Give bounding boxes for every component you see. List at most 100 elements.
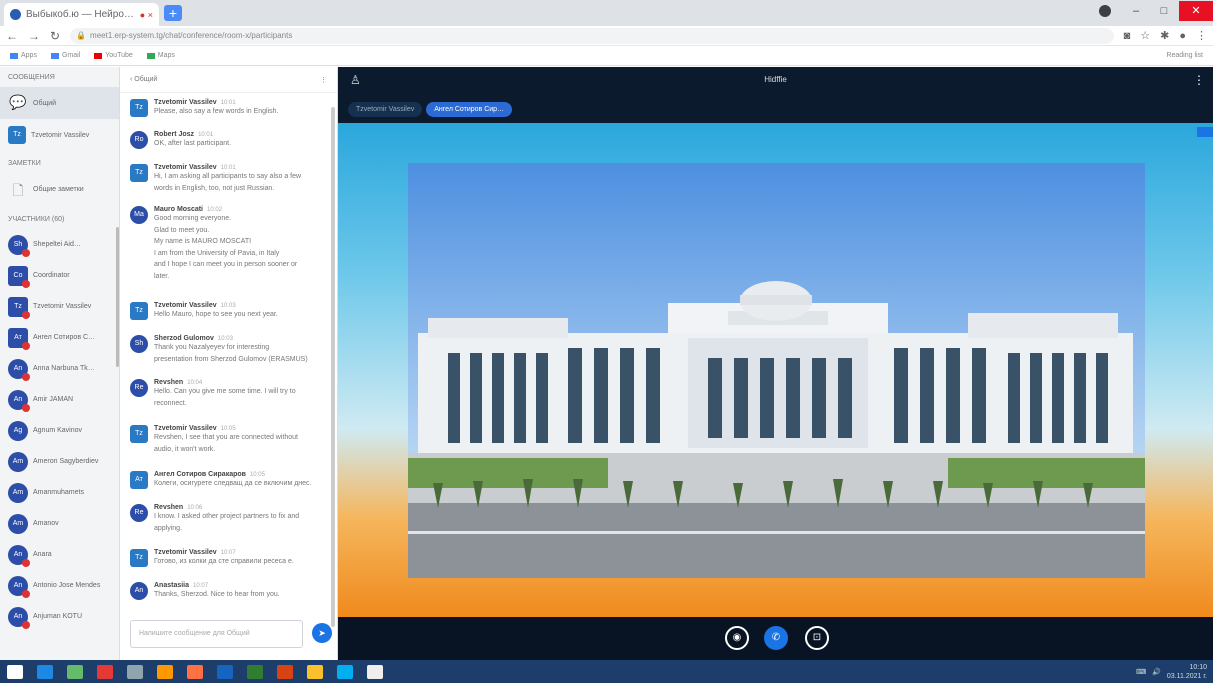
participant-item[interactable]: An Amir JAMAN (0, 384, 119, 415)
participant-name: Amanov (33, 520, 59, 527)
message-text: Please, also say a few words in English. (154, 108, 279, 115)
call-button[interactable]: ✆ (764, 626, 788, 650)
avatar-icon[interactable]: ● (1179, 30, 1186, 42)
avatar: Am (8, 482, 28, 503)
taskbar-powerpoint-icon[interactable] (270, 660, 300, 683)
participant-item[interactable]: Co Coordinator (0, 260, 119, 291)
reading-list[interactable]: Reading list (1166, 52, 1203, 59)
send-button[interactable]: ➤ (312, 623, 332, 643)
star-icon[interactable]: ☆ (1140, 29, 1150, 42)
presenter-tab[interactable]: Tzvetomir Vassilev (348, 102, 423, 117)
clock[interactable]: 10:10 03.11.2021 г. (1167, 663, 1207, 681)
taskbar-chrome-icon[interactable] (300, 660, 330, 683)
minimize-button[interactable]: – (1123, 1, 1149, 21)
taskbar-firefox-icon[interactable] (180, 660, 210, 683)
favicon-icon (10, 9, 21, 20)
author-name: Tzvetomir Vassilev (154, 302, 217, 309)
taskbar-outlook-icon[interactable] (210, 660, 240, 683)
avatar: Ag (8, 420, 28, 441)
close-button[interactable]: ✕ (1179, 1, 1213, 21)
menu-icon[interactable]: ⋮ (1196, 29, 1207, 42)
windows-start-icon (7, 664, 23, 679)
participant-item[interactable]: An Anna Narbuna Tk… (0, 353, 119, 384)
avatar: Ат (130, 471, 148, 489)
avatar: Tz (130, 302, 148, 320)
address-bar: ← → ↻ 🔒 meet1.erp-system.tg/chat/confere… (0, 26, 1213, 46)
extensions-icon[interactable]: ✱ (1160, 29, 1169, 42)
taskbar-skype-icon[interactable] (330, 660, 360, 683)
bookmark-youtube[interactable]: YouTube (94, 52, 133, 59)
taskbar-excel-icon[interactable] (240, 660, 270, 683)
participant-item[interactable]: An Anjuman KOTU (0, 601, 119, 632)
taskbar-chrome-alt-icon[interactable] (60, 660, 90, 683)
chat-menu-icon[interactable]: ⋮ (320, 76, 327, 84)
gmail-icon (50, 52, 59, 59)
taskbar-uk-flag-icon[interactable] (90, 660, 120, 683)
minimize-presentation-button[interactable] (1197, 127, 1213, 137)
chrome-alt-icon (67, 664, 83, 679)
author-name: Robert Josz (154, 131, 195, 138)
back-icon[interactable]: ← (6, 29, 18, 43)
bookmark-apps[interactable]: Apps (10, 52, 37, 59)
message-text: Thank you Nazalyeyev for interesting pre… (154, 344, 308, 363)
volume-icon[interactable]: 🔊 (1152, 668, 1161, 676)
clock-time: 10:10 (1189, 663, 1207, 671)
conference-header: ♙ Hidffie ⋮ (338, 67, 1213, 95)
taskbar-desktop-icon[interactable] (120, 660, 150, 683)
sidebar-item-public-chat[interactable]: 💬 Общий (0, 87, 119, 119)
participant-item[interactable]: Sh Shepeltei Aid… (0, 229, 119, 260)
participant-item[interactable]: Tz Tzvetomir Vassilev (0, 291, 119, 322)
profile-icon[interactable] (1099, 5, 1111, 17)
forward-icon[interactable]: → (28, 29, 40, 43)
avatar: An (8, 389, 30, 412)
building-photo (408, 163, 1145, 578)
avatar: Tz (130, 99, 148, 117)
chat-back-button[interactable]: ‹ Общий (130, 76, 157, 83)
participants-list: Sh Shepeltei Aid… Co Coordinator Tz Tzvetomir… (0, 229, 119, 632)
conference-area: ♙ Hidffie ⋮ Tzvetomir Vassilev Ангел Сот… (338, 67, 1213, 660)
audio-settings-button[interactable]: ◉ (725, 626, 749, 650)
keyboard-icon[interactable]: ⌨ (1136, 668, 1146, 676)
participant-item[interactable]: An Antonio Jose Mendes (0, 570, 119, 601)
skype-icon (337, 664, 353, 679)
avatar: Am (8, 513, 28, 534)
sidebar-item-shared-notes[interactable]: 🗋 Общие заметки (0, 173, 119, 205)
avatar: Tz (8, 296, 30, 319)
recording-icon[interactable]: ● × (140, 10, 153, 20)
bookmark-gmail[interactable]: Gmail (50, 52, 80, 59)
options-menu-icon[interactable]: ⋮ (1193, 73, 1205, 87)
camera-icon[interactable]: ◙ (1124, 30, 1131, 42)
maximize-button[interactable]: □ (1151, 1, 1177, 21)
taskbar-app-icon[interactable] (360, 660, 390, 683)
chat-header: ‹ Общий ⋮ (120, 67, 337, 93)
taskbar-windows-start-icon[interactable] (0, 660, 30, 683)
participant-item[interactable]: Am Amanmuhamets (0, 477, 119, 508)
reload-icon[interactable]: ↻ (50, 29, 60, 43)
presenter-tab-active[interactable]: Ангел Сотиров Сир… (426, 102, 513, 117)
participant-item[interactable]: An Anara (0, 539, 119, 570)
participant-item[interactable]: Am Amanov (0, 508, 119, 539)
chat-scrollbar[interactable] (331, 107, 335, 627)
participant-item[interactable]: Ag Agnum Kavinov (0, 415, 119, 446)
new-tab-button[interactable]: + (164, 5, 182, 21)
participant-item[interactable]: Am Ameron Sagyberdiev (0, 446, 119, 477)
sidebar-item-private-chat[interactable]: Tz Tzvetomir Vassilev (0, 119, 119, 151)
url-text: meet1.erp-system.tg/chat/conference/room… (90, 31, 293, 40)
message-text: Hello Mauro, hope to see you next year. (154, 311, 278, 318)
browser-tab[interactable]: Выбыкоб.ю — Нейро… ● × (4, 3, 159, 26)
author-name: Revshen (154, 504, 184, 511)
message-text: Колеги, осигурете следващ да се включим … (154, 480, 312, 487)
screen-share-button[interactable]: ⊡ (805, 626, 829, 650)
youtube-icon (94, 52, 103, 59)
participant-name: Antonio Jose Mendes (33, 582, 101, 589)
system-tray: ⌨ 🔊 10:10 03.11.2021 г. (1136, 663, 1213, 681)
author-name: Tzvetomir Vassilev (154, 549, 217, 556)
taskbar-edge-icon[interactable] (30, 660, 60, 683)
taskbar-paint-icon[interactable] (150, 660, 180, 683)
sidebar-scrollbar[interactable] (116, 227, 119, 367)
participant-item[interactable]: Ат Ангел Сотиров С… (0, 322, 119, 353)
chat-input[interactable]: Напишите сообщение для Общий (130, 620, 303, 648)
chat-message: Re Revshen 10:06 I know. I asked other proj… (130, 504, 330, 534)
url-field[interactable]: 🔒 meet1.erp-system.tg/chat/conference/ro… (70, 27, 1114, 44)
bookmark-maps[interactable]: Maps (146, 52, 175, 59)
